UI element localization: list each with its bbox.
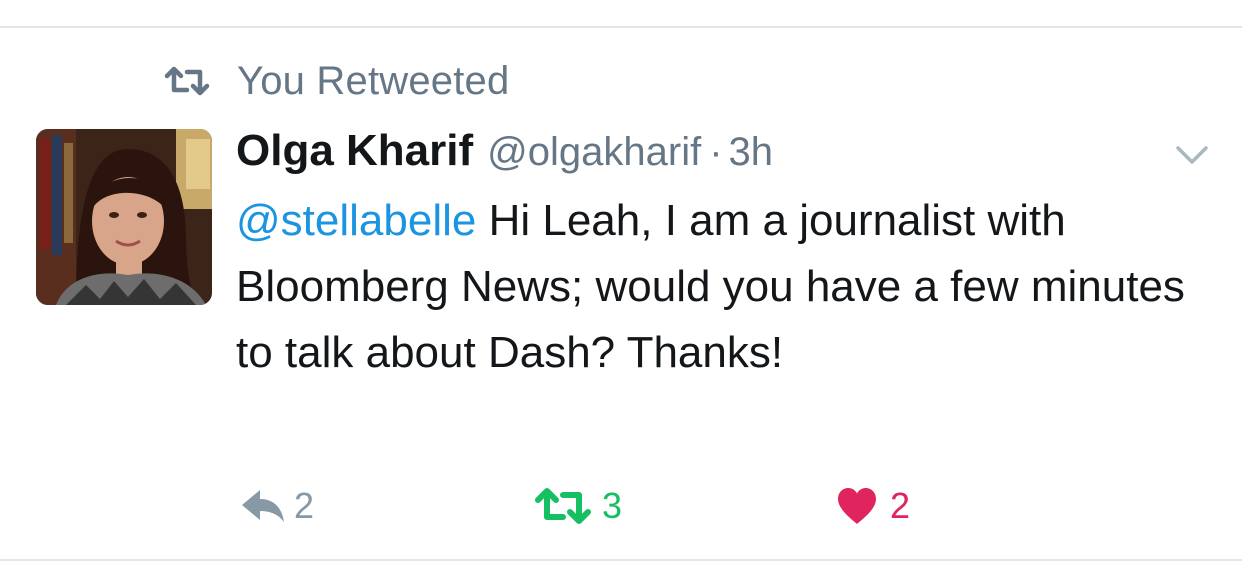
mention-link[interactable]: @stellabelle [236,196,476,245]
retweet-icon [535,488,591,524]
reply-count: 2 [294,485,315,526]
tweet-timestamp[interactable]: 3h [729,130,774,175]
author-handle[interactable]: @olgakharif [487,130,701,175]
social-context: You Retweeted [163,58,509,104]
avatar[interactable] [36,129,212,305]
reply-icon [242,490,284,522]
heart-icon [838,488,876,524]
chevron-down-icon[interactable] [1172,140,1212,170]
author-name[interactable]: Olga Kharif [236,126,473,176]
top-divider [0,26,1242,28]
like-button[interactable]: 2 [836,484,910,528]
like-count: 2 [890,485,911,526]
retweet-icon [164,66,210,96]
retweet-count: 3 [602,485,623,526]
bottom-divider [0,559,1242,561]
reply-button[interactable]: 2 [240,484,314,528]
tweet-header: Olga Kharif @olgakharif · 3h [236,126,773,182]
social-context-label: You Retweeted [237,58,510,103]
header-separator: · [709,130,723,174]
tweet-text: @stellabelle Hi Leah, I am a journalist … [236,188,1226,386]
retweet-button[interactable]: 3 [534,484,622,528]
